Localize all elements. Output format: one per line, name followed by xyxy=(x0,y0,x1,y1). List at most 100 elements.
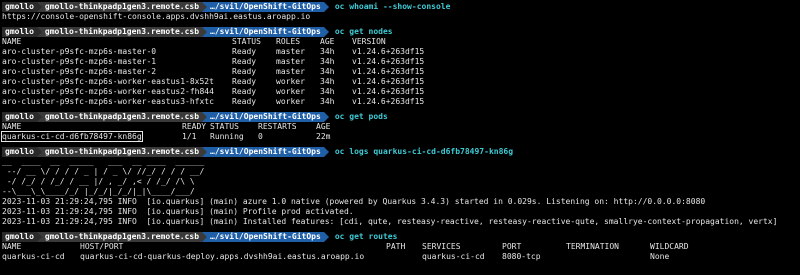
route-path xyxy=(386,252,422,262)
node-version: v1.24.6+263df15 xyxy=(352,57,425,66)
node-age: 34h xyxy=(320,57,335,66)
quarkus-banner-line: --\___\_\____/_/ |_/_/|_/_/|_|\____/___/ xyxy=(2,187,210,196)
node-status: Ready xyxy=(232,47,257,56)
table-row: aro-cluster-p9sfc-mzp6s-master-1 Ready m… xyxy=(2,57,424,67)
node-age: 34h xyxy=(320,97,335,106)
node-version: v1.24.6+263df15 xyxy=(352,67,425,76)
command-text: oc logs quarkus-ci-cd-d6fb78497-kn86g xyxy=(334,147,514,156)
terminal-window[interactable]: gmollo gmollo-thinkpadp1gen3.remote.csb … xyxy=(0,0,800,275)
column-header: TERMINATION xyxy=(566,242,619,251)
prompt-separator-icon xyxy=(323,2,329,12)
node-name: aro-cluster-p9sfc-mzp6s-worker-eastus3-h… xyxy=(2,97,214,106)
node-age: 34h xyxy=(320,77,335,86)
table-header: NAME READY STATUS RESTARTS AGE xyxy=(2,122,330,132)
shell-prompt: gmollo gmollo-thinkpadp1gen3.remote.csb … xyxy=(2,2,800,12)
table-header: NAME STATUS ROLES AGE VERSION xyxy=(2,37,424,47)
node-roles: master xyxy=(276,47,305,56)
node-roles: master xyxy=(276,57,305,66)
node-name: aro-cluster-p9sfc-mzp6s-master-1 xyxy=(2,57,157,66)
node-roles: worker xyxy=(276,77,305,86)
column-header: HOST/PORT xyxy=(80,242,124,251)
route-wildcard: None xyxy=(650,252,670,261)
shell-prompt: gmollo gmollo-thinkpadp1gen3.remote.csb … xyxy=(2,232,800,242)
prompt-path: …/svil/OpenShift-GitOps xyxy=(207,112,324,122)
shell-prompt: gmollo gmollo-thinkpadp1gen3.remote.csb … xyxy=(2,147,800,157)
column-header: RESTARTS xyxy=(258,122,297,131)
node-status: Ready xyxy=(232,57,257,66)
node-age: 34h xyxy=(320,47,335,56)
column-header: NAME xyxy=(2,242,22,251)
prompt-host: gmollo-thinkpadp1gen3.remote.csb xyxy=(41,2,203,12)
column-header: WILDCARD xyxy=(650,242,689,251)
node-name: aro-cluster-p9sfc-mzp6s-master-2 xyxy=(2,67,157,76)
column-header: AGE xyxy=(320,37,335,46)
node-status: Ready xyxy=(232,87,257,96)
column-header: READY xyxy=(182,122,207,131)
prompt-user: gmollo xyxy=(2,112,37,122)
log-line: 2023-11-03 21:29:24,795 INFO [io.quarkus… xyxy=(2,197,706,206)
node-name: aro-cluster-p9sfc-mzp6s-master-0 xyxy=(2,47,157,56)
pod-name[interactable]: quarkus-ci-cd-d6fb78497-kn86g xyxy=(1,131,143,142)
node-status: Ready xyxy=(232,97,257,106)
pod-restarts: 0 xyxy=(258,132,263,141)
prompt-user: gmollo xyxy=(2,147,37,157)
route-service: quarkus-ci-cd xyxy=(422,252,485,261)
pod-ready: 1/1 xyxy=(182,132,197,141)
pods-table: NAME READY STATUS RESTARTS AGE quarkus-c… xyxy=(1,122,331,142)
prompt-host: gmollo-thinkpadp1gen3.remote.csb xyxy=(41,232,203,242)
prompt-path: …/svil/OpenShift-GitOps xyxy=(207,27,324,37)
pod-name-selection[interactable]: quarkus-ci-cd-d6fb78497-kn86g xyxy=(1,131,182,142)
node-roles: master xyxy=(276,67,305,76)
prompt-path: …/svil/OpenShift-GitOps xyxy=(207,147,324,157)
column-header: NAME xyxy=(2,37,22,46)
table-row: aro-cluster-p9sfc-mzp6s-worker-eastus3-h… xyxy=(2,97,424,107)
node-status: Ready xyxy=(232,67,257,76)
prompt-separator-icon xyxy=(323,147,329,157)
quarkus-banner-line: __ ____ __ _____ ___ __ ____ ______ xyxy=(2,157,210,166)
prompt-path: …/svil/OpenShift-GitOps xyxy=(207,232,324,242)
column-header: AGE xyxy=(316,122,331,131)
pod-age: 22m xyxy=(316,132,331,141)
command-output[interactable]: https://console-openshift-console.apps.d… xyxy=(2,12,800,22)
column-header: STATUS xyxy=(232,37,261,46)
table-row: aro-cluster-p9sfc-mzp6s-worker-eastus1-8… xyxy=(2,77,424,87)
prompt-host: gmollo-thinkpadp1gen3.remote.csb xyxy=(41,27,203,37)
table-row: aro-cluster-p9sfc-mzp6s-master-0 Ready m… xyxy=(2,47,424,57)
node-status: Ready xyxy=(232,77,257,86)
prompt-host: gmollo-thinkpadp1gen3.remote.csb xyxy=(41,112,203,122)
node-name: aro-cluster-p9sfc-mzp6s-worker-eastus1-8… xyxy=(2,77,214,86)
node-version: v1.24.6+263df15 xyxy=(352,97,425,106)
table-header: NAME HOST/PORT PATH SERVICES PORT TERMIN… xyxy=(2,242,689,252)
column-header: NAME xyxy=(2,122,22,131)
column-header: VERSION xyxy=(352,37,386,46)
table-row: quarkus-ci-cd quarkus-ci-cd-quarkus-depl… xyxy=(2,252,689,262)
table-row: aro-cluster-p9sfc-mzp6s-master-2 Ready m… xyxy=(2,67,424,77)
node-version: v1.24.6+263df15 xyxy=(352,77,425,86)
column-header: STATUS xyxy=(210,122,239,131)
prompt-host: gmollo-thinkpadp1gen3.remote.csb xyxy=(41,147,203,157)
log-line: 2023-11-03 21:29:24,795 INFO [io.quarkus… xyxy=(2,217,778,226)
shell-prompt: gmollo gmollo-thinkpadp1gen3.remote.csb … xyxy=(2,27,800,37)
command-text: oc get nodes xyxy=(334,27,393,36)
node-age: 34h xyxy=(320,67,335,76)
route-name: quarkus-ci-cd xyxy=(2,252,65,261)
prompt-path: …/svil/OpenShift-GitOps xyxy=(207,2,324,12)
node-age: 34h xyxy=(320,87,335,96)
routes-table: NAME HOST/PORT PATH SERVICES PORT TERMIN… xyxy=(2,242,689,262)
node-name: aro-cluster-p9sfc-mzp6s-worker-eastus2-f… xyxy=(2,87,214,96)
node-version: v1.24.6+263df15 xyxy=(352,47,425,56)
node-roles: worker xyxy=(276,87,305,96)
prompt-user: gmollo xyxy=(2,2,37,12)
quarkus-banner-line: -/ /_/ / /_/ / __ |/ , _/ ,< / /_/ /\ \ xyxy=(2,177,210,186)
node-version: v1.24.6+263df15 xyxy=(352,87,425,96)
nodes-table: NAME STATUS ROLES AGE VERSION aro-cluste… xyxy=(2,37,424,107)
shell-prompt: gmollo gmollo-thinkpadp1gen3.remote.csb … xyxy=(2,112,800,122)
command-text: oc get routes xyxy=(334,232,398,241)
prompt-separator-icon xyxy=(323,27,329,37)
prompt-user: gmollo xyxy=(2,232,37,242)
route-port: 8080-tcp xyxy=(502,252,541,261)
prompt-user: gmollo xyxy=(2,27,37,37)
route-host: quarkus-ci-cd-quarkus-deploy.apps.dvshh9… xyxy=(80,252,365,261)
column-header: ROLES xyxy=(276,37,301,46)
route-termination xyxy=(566,252,650,262)
